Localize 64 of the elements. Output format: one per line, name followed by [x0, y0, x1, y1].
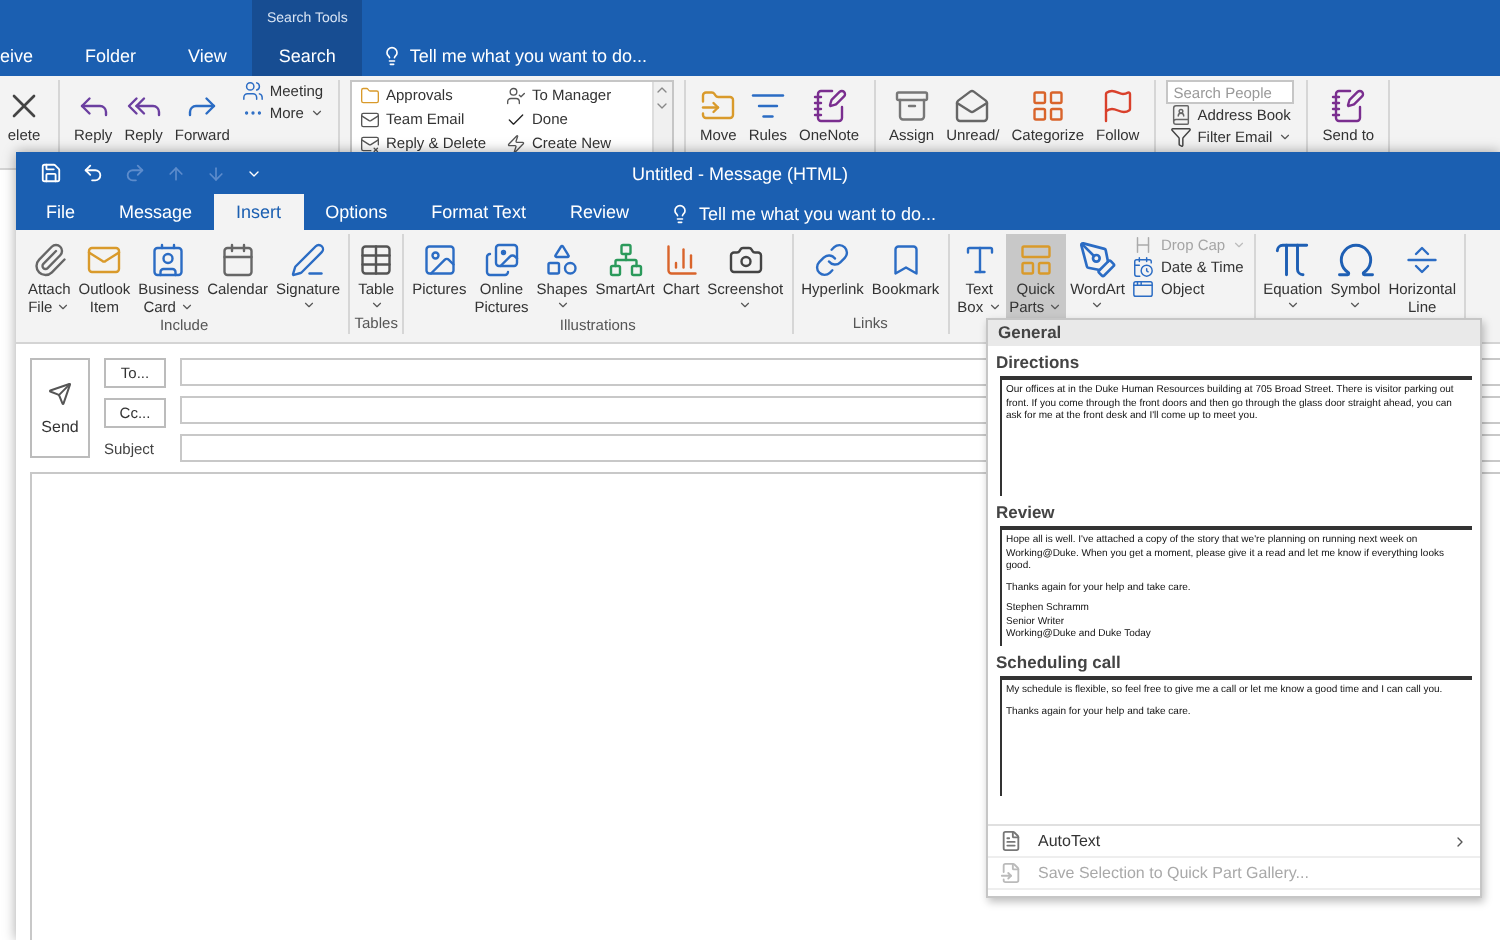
paperclip-icon — [31, 241, 68, 277]
filter-icon — [1169, 126, 1192, 148]
ribbon-tab[interactable]: Format Text — [409, 194, 548, 230]
envelope-icon — [86, 241, 123, 277]
link-icon — [814, 241, 851, 277]
card-icon — [150, 241, 187, 277]
ribbon-tab[interactable]: Review — [547, 194, 651, 230]
ribbon-tab[interactable]: View — [162, 36, 253, 76]
tell-me-search[interactable]: Tell me what you want to do... — [361, 36, 647, 76]
folder-icon — [700, 87, 737, 123]
online-picture-icon — [483, 241, 520, 277]
lightbulb-icon — [381, 46, 402, 66]
undo-icon[interactable] — [82, 162, 104, 184]
check-icon — [505, 109, 526, 129]
object-icon — [1132, 278, 1155, 300]
ribbon-tab[interactable]: Options — [303, 194, 410, 230]
envelope-icon — [359, 109, 380, 129]
address-book-icon — [1169, 104, 1192, 126]
picture-icon — [421, 241, 458, 277]
camera-icon — [727, 241, 764, 277]
window-title: Untitled - Message (HTML) — [631, 163, 849, 183]
horizontal-line-icon — [1404, 241, 1441, 277]
notebook-icon — [811, 87, 848, 123]
wordart-icon — [1077, 239, 1118, 279]
text-box-icon — [961, 241, 998, 277]
flag-icon — [1099, 87, 1136, 123]
quick-part-preview[interactable] — [1000, 376, 1472, 496]
tell-me-search[interactable]: Tell me what you want to do... — [650, 194, 937, 234]
ribbon-tab[interactable]: Message — [97, 194, 215, 230]
date-time-icon — [1132, 256, 1155, 278]
calendar-icon — [219, 241, 256, 277]
document-icon — [1000, 830, 1022, 852]
chart-icon — [663, 241, 699, 277]
quick-part-title: Review — [994, 500, 1057, 526]
smartart-icon — [607, 241, 644, 277]
cabinet-icon — [893, 87, 930, 123]
scroll-down-icon[interactable] — [654, 98, 671, 114]
meeting-icon — [241, 80, 264, 102]
send-icon — [48, 381, 72, 405]
notebook-icon — [1330, 87, 1367, 123]
envelope-icon — [954, 87, 991, 123]
menu-section-header: General — [988, 320, 1480, 346]
quick-part-title: Scheduling call — [994, 650, 1123, 676]
envelope-icon — [359, 133, 380, 153]
menu-item[interactable]: AutoText — [988, 826, 1480, 858]
shapes-icon — [544, 241, 581, 277]
person-icon — [505, 85, 526, 105]
lightning-icon — [505, 133, 526, 153]
quick-part-preview[interactable] — [1000, 526, 1472, 646]
document-icon — [1000, 862, 1022, 884]
table-icon — [358, 241, 395, 277]
send-button[interactable]: Send — [30, 358, 90, 458]
ribbon-tab[interactable]: Insert — [214, 194, 304, 230]
scroll-up-icon[interactable] — [654, 82, 671, 98]
signature-icon — [290, 241, 327, 277]
ribbon-tab[interactable]: eive — [0, 36, 60, 76]
folder-icon — [359, 85, 380, 105]
ribbon-tab[interactable]: Folder — [59, 36, 163, 76]
quick-parts-icon — [1017, 241, 1054, 277]
quick-part-title: Directions — [994, 350, 1082, 376]
lightbulb-icon — [670, 204, 691, 224]
save-icon[interactable] — [40, 162, 62, 184]
ribbon-tab[interactable]: File — [24, 194, 98, 230]
color-grid-icon — [1029, 87, 1066, 123]
